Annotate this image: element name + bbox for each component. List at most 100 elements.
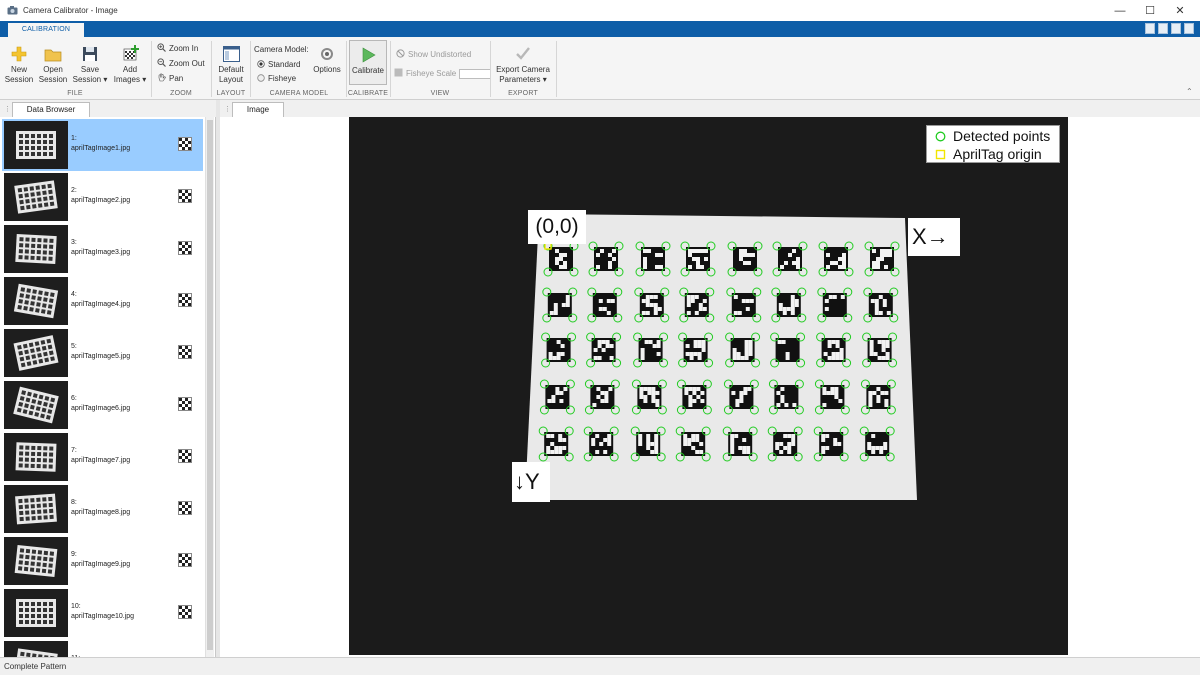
calibration-image-canvas — [525, 214, 917, 500]
apriltag-bit — [696, 395, 701, 399]
apriltag-bit — [686, 303, 691, 307]
options-button[interactable]: Options — [311, 45, 343, 75]
apriltag-bit — [824, 307, 829, 311]
new-session-button[interactable]: New Session — [4, 45, 34, 85]
apriltag-bit — [748, 352, 753, 356]
apriltag-bit — [880, 391, 885, 395]
apriltag-bit — [739, 391, 744, 395]
help-icon[interactable] — [1171, 23, 1181, 34]
tab-data-browser[interactable]: Data Browser — [12, 102, 90, 117]
apriltag-bit — [645, 295, 650, 299]
apriltag-bit — [824, 299, 829, 303]
zoom-out-button[interactable]: Zoom Out — [157, 58, 205, 69]
apriltag-bit — [604, 399, 609, 403]
apriltag-bit — [735, 403, 740, 407]
apriltag-bit — [780, 265, 784, 269]
maximize-button[interactable]: ☐ — [1135, 0, 1165, 21]
play-triangle-icon — [359, 46, 377, 64]
image-thumbnail — [4, 537, 68, 585]
save-session-button[interactable]: Save Session ▾ — [72, 45, 108, 85]
apriltag-bit — [646, 434, 651, 438]
image-list-item[interactable]: 2: aprilTagImage2.jpg — [2, 171, 203, 223]
apriltag-bit — [744, 352, 749, 356]
apriltag-bit — [791, 438, 796, 442]
apriltag-bit — [790, 311, 795, 315]
checkerboard-pattern-icon — [178, 137, 192, 151]
apriltag-bit — [733, 295, 738, 299]
folder-icon — [44, 45, 62, 63]
image-list-item[interactable]: 7: aprilTagImage7.jpg — [2, 431, 203, 483]
expand-icon[interactable] — [1184, 23, 1194, 34]
add-images-button[interactable]: Add Images ▾ — [112, 45, 148, 85]
image-list-item[interactable]: 6: aprilTagImage6.jpg — [2, 379, 203, 431]
apriltag-bit — [776, 391, 781, 395]
apriltag-bit — [868, 403, 873, 407]
calibrate-button[interactable]: Calibrate — [349, 40, 387, 85]
minimize-button[interactable]: — — [1105, 0, 1135, 21]
apriltag-bit — [649, 303, 654, 307]
apriltag-bit — [550, 442, 555, 446]
apriltag-bit — [876, 257, 880, 261]
image-filename: aprilTagImage6.jpg — [71, 405, 131, 412]
image-filename: aprilTagImage3.jpg — [71, 249, 131, 256]
calibration-image[interactable] — [349, 117, 1068, 655]
image-list-item[interactable]: 11: — [2, 639, 203, 657]
standard-radio[interactable]: Standard — [257, 59, 300, 70]
apriltag-bit — [867, 442, 872, 446]
apriltag-bit — [689, 356, 694, 360]
vertical-scrollbar[interactable] — [205, 117, 214, 657]
image-list-item[interactable]: 8: aprilTagImage8.jpg — [2, 483, 203, 535]
collapse-ribbon-icon[interactable]: ⌃ — [1186, 87, 1193, 96]
apriltag-bit — [548, 356, 553, 360]
apriltag-bit — [745, 307, 750, 311]
fisheye-radio[interactable]: Fisheye — [257, 73, 296, 84]
image-list-label: 7: aprilTagImage7.jpg — [71, 446, 130, 466]
fisheye-scale-spinner[interactable] — [459, 68, 492, 79]
apriltag-bit — [874, 299, 879, 303]
apriltag-bit — [592, 403, 597, 407]
export-camera-parameters-button[interactable]: Export Camera Parameters ▾ — [494, 45, 552, 85]
tab-calibration[interactable]: CALIBRATION — [8, 23, 84, 37]
apriltag-bit — [600, 249, 604, 253]
apriltag-bit — [601, 340, 606, 344]
apriltag-bit — [790, 307, 795, 311]
undock-icon[interactable] — [1158, 23, 1168, 34]
checkerboard-pattern-icon — [178, 605, 192, 619]
apriltag-bit — [562, 438, 567, 442]
tab-image[interactable]: Image — [232, 102, 284, 117]
save-session-label-2: Session ▾ — [72, 75, 108, 84]
camera-calibrator-app-icon — [7, 5, 18, 16]
image-list-item[interactable]: 4: aprilTagImage4.jpg — [2, 275, 203, 327]
show-undistorted-button[interactable]: Show Undistorted — [396, 49, 471, 60]
image-list-item[interactable]: 9: aprilTagImage9.jpg — [2, 535, 203, 587]
apriltag-bit — [738, 446, 743, 450]
apriltag-bit — [743, 261, 747, 265]
close-button[interactable]: ✕ — [1165, 0, 1195, 21]
apriltag-bit — [604, 395, 609, 399]
layout-icon[interactable] — [1145, 23, 1155, 34]
apriltag-bit — [556, 340, 561, 344]
apriltag-bit — [881, 348, 886, 352]
apriltag-bit — [690, 295, 695, 299]
apriltag-bit — [884, 403, 889, 407]
zoom-in-button[interactable]: Zoom In — [157, 43, 198, 54]
open-session-label-1: Open — [43, 65, 63, 74]
pan-button[interactable]: Pan — [157, 73, 183, 84]
apriltag-bit — [823, 352, 828, 356]
image-list-item[interactable]: 1: aprilTagImage1.jpg — [2, 119, 203, 171]
apriltag-bit — [796, 265, 800, 269]
image-list-item[interactable]: 3: aprilTagImage3.jpg — [2, 223, 203, 275]
image-list-item[interactable]: 10: aprilTagImage10.jpg — [2, 587, 203, 639]
scrollbar-thumb[interactable] — [207, 120, 213, 650]
apriltag-bit — [872, 391, 877, 395]
apriltag-bit — [646, 438, 651, 442]
apriltag-bit — [873, 352, 878, 356]
apriltag-bit — [547, 399, 552, 403]
open-session-button[interactable]: Open Session — [38, 45, 68, 85]
checkerboard-pattern-icon — [178, 345, 192, 359]
image-list-item[interactable]: 5: aprilTagImage5.jpg — [2, 327, 203, 379]
apriltag-bit — [827, 340, 832, 344]
section-divider — [151, 41, 152, 97]
default-layout-button[interactable]: Default Layout — [214, 45, 248, 85]
apriltag-bit — [692, 399, 697, 403]
